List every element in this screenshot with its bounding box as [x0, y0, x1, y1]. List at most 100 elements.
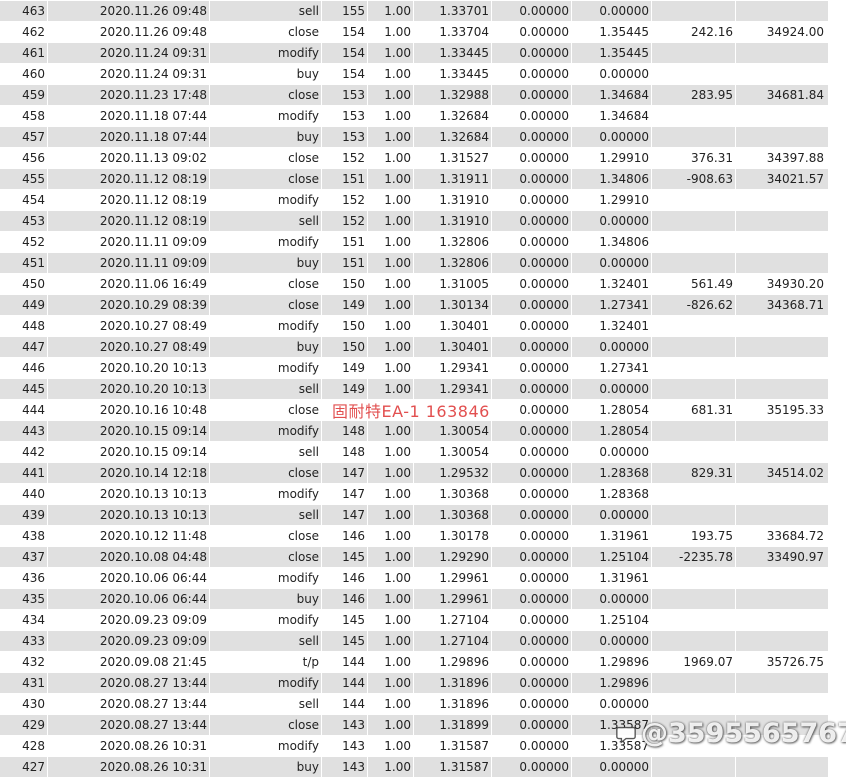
column-divider — [491, 358, 492, 378]
row-balance — [737, 127, 824, 148]
column-divider — [571, 715, 572, 735]
column-divider — [735, 463, 736, 483]
column-divider — [735, 610, 736, 630]
table-row: 434 2020.09.23 09:09 modify 145 1.00 1.27104 0… — [0, 610, 828, 631]
column-divider — [47, 211, 48, 231]
row-type: modify — [277, 676, 319, 690]
column-divider — [321, 316, 322, 336]
row-sl: 0.00000 — [519, 4, 569, 18]
row-balance — [737, 232, 824, 253]
row-sl: 0.00000 — [519, 508, 569, 522]
column-divider — [47, 106, 48, 126]
row-balance — [737, 358, 824, 379]
table-row: 441 2020.10.14 12:18 close 147 1.00 1.29532 0.… — [0, 463, 828, 484]
column-divider — [735, 526, 736, 546]
row-tp: 0.00000 — [599, 67, 649, 81]
column-divider — [47, 232, 48, 252]
row-profit — [653, 127, 733, 148]
row-type: sell — [298, 214, 319, 228]
column-divider — [367, 295, 368, 315]
row-profit — [653, 211, 733, 232]
column-divider — [209, 589, 210, 609]
column-divider — [491, 505, 492, 525]
column-divider — [571, 673, 572, 693]
column-divider — [321, 715, 322, 735]
column-divider — [571, 190, 572, 210]
row-order: 151 — [342, 256, 365, 270]
row-type: close — [288, 151, 319, 165]
row-id: 459 — [22, 88, 45, 102]
row-type: modify — [277, 361, 319, 375]
column-divider — [413, 316, 414, 336]
row-id: 444 — [22, 403, 45, 417]
column-divider — [651, 568, 652, 588]
column-divider — [47, 148, 48, 168]
row-order: 151 — [342, 172, 365, 186]
row-time: 2020.11.24 09:31 — [99, 46, 207, 60]
row-price: 1.30401 — [439, 340, 489, 354]
table-row: 457 2020.11.18 07:44 buy 153 1.00 1.32684 0.00… — [0, 127, 828, 148]
row-sl: 0.00000 — [519, 424, 569, 438]
row-order — [323, 400, 365, 421]
column-divider — [367, 400, 368, 420]
column-divider — [571, 232, 572, 252]
row-balance: 34514.02 — [766, 466, 824, 480]
table-row: 463 2020.11.26 09:48 sell 155 1.00 1.33701 0.0… — [0, 1, 828, 22]
table-row: 451 2020.11.11 09:09 buy 151 1.00 1.32806 0.00… — [0, 253, 828, 274]
row-type: sell — [298, 4, 319, 18]
row-order: 153 — [342, 109, 365, 123]
row-tp: 1.27341 — [599, 361, 649, 375]
column-divider — [47, 463, 48, 483]
column-divider — [413, 253, 414, 273]
row-time: 2020.10.15 09:14 — [99, 424, 207, 438]
row-tp: 1.28368 — [599, 466, 649, 480]
row-size: 1.00 — [384, 592, 411, 606]
column-divider — [571, 295, 572, 315]
table-row: 439 2020.10.13 10:13 sell 147 1.00 1.30368 0.0… — [0, 505, 828, 526]
column-divider — [651, 232, 652, 252]
column-divider — [367, 127, 368, 147]
row-price: 1.33445 — [439, 67, 489, 81]
row-tp: 1.34806 — [599, 235, 649, 249]
row-size: 1.00 — [384, 340, 411, 354]
column-divider — [47, 274, 48, 294]
table-row: 460 2020.11.24 09:31 buy 154 1.00 1.33445 0.00… — [0, 64, 828, 85]
row-balance: 33684.72 — [766, 529, 824, 543]
column-divider — [367, 421, 368, 441]
column-divider — [413, 484, 414, 504]
column-divider — [321, 148, 322, 168]
column-divider — [413, 757, 414, 777]
row-type: modify — [277, 739, 319, 753]
row-type: close — [288, 298, 319, 312]
column-divider — [47, 253, 48, 273]
row-size: 1.00 — [384, 508, 411, 522]
row-price: 1.31911 — [439, 172, 489, 186]
row-size: 1.00 — [384, 655, 411, 669]
column-divider — [651, 316, 652, 336]
row-type: modify — [277, 319, 319, 333]
row-size: 1.00 — [384, 67, 411, 81]
row-type: buy — [296, 256, 319, 270]
row-tp: 0.00000 — [599, 592, 649, 606]
row-time: 2020.10.15 09:14 — [99, 445, 207, 459]
column-divider — [571, 442, 572, 462]
column-divider — [209, 505, 210, 525]
column-divider — [735, 106, 736, 126]
row-type: modify — [277, 235, 319, 249]
table-row: 427 2020.08.26 10:31 buy 143 1.00 1.31587 0.00… — [0, 757, 828, 778]
row-id: 446 — [22, 361, 45, 375]
row-type: buy — [296, 760, 319, 774]
column-divider — [735, 127, 736, 147]
column-divider — [209, 358, 210, 378]
row-balance: 34368.71 — [766, 298, 824, 312]
row-sl: 0.00000 — [519, 46, 569, 60]
row-profit: 376.31 — [691, 151, 733, 165]
row-order: 152 — [342, 193, 365, 207]
row-id: 454 — [22, 193, 45, 207]
row-size: 1.00 — [384, 46, 411, 60]
column-divider — [47, 442, 48, 462]
row-balance — [737, 568, 824, 589]
column-divider — [735, 715, 736, 735]
column-divider — [367, 337, 368, 357]
table-row: 440 2020.10.13 10:13 modify 147 1.00 1.30368 0… — [0, 484, 828, 505]
